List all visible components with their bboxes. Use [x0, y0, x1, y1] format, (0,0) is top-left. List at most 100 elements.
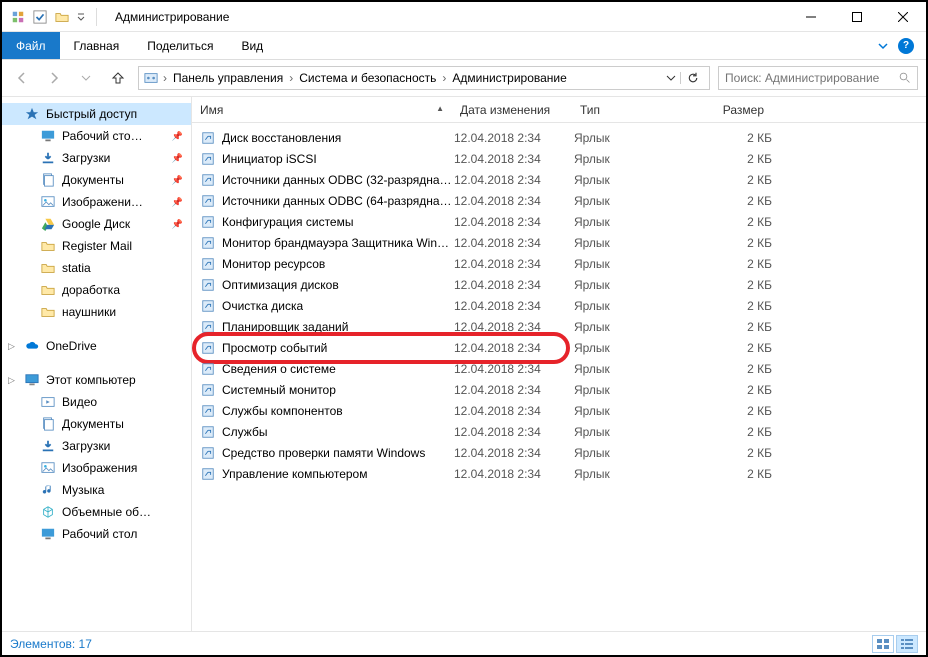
- folder-icon: [40, 260, 56, 276]
- tab-home[interactable]: Главная: [60, 32, 134, 59]
- file-row[interactable]: Конфигурация системы12.04.2018 2:34Ярлык…: [192, 211, 926, 232]
- col-size[interactable]: Размер: [682, 103, 772, 117]
- help-icon[interactable]: ?: [898, 38, 914, 54]
- file-date: 12.04.2018 2:34: [454, 236, 574, 250]
- nav-quick-item[interactable]: Google Диск📌: [2, 213, 191, 235]
- music-icon: [40, 482, 56, 498]
- address-bar[interactable]: › Панель управления › Система и безопасн…: [138, 66, 710, 90]
- file-tab[interactable]: Файл: [2, 32, 60, 59]
- search-input[interactable]: [725, 71, 899, 85]
- forward-button[interactable]: [42, 66, 66, 90]
- nav-pc-item[interactable]: Музыка: [2, 479, 191, 501]
- nav-this-pc[interactable]: ▷ Этот компьютер: [2, 369, 191, 391]
- file-row[interactable]: Просмотр событий12.04.2018 2:34Ярлык2 КБ: [192, 337, 926, 358]
- file-size: 2 КБ: [684, 278, 772, 292]
- nav-quick-access[interactable]: Быстрый доступ: [2, 103, 191, 125]
- breadcrumb[interactable]: Администрирование: [448, 71, 570, 85]
- breadcrumb[interactable]: Система и безопасность: [295, 71, 440, 85]
- nav-quick-item[interactable]: Изображени…📌: [2, 191, 191, 213]
- up-button[interactable]: [106, 66, 130, 90]
- shortcut-icon: [200, 319, 216, 335]
- file-row[interactable]: Источники данных ODBC (32-разрядна…12.04…: [192, 169, 926, 190]
- file-row[interactable]: Монитор ресурсов12.04.2018 2:34Ярлык2 КБ: [192, 253, 926, 274]
- nav-onedrive[interactable]: ▷ OneDrive: [2, 335, 191, 357]
- tab-share[interactable]: Поделиться: [133, 32, 227, 59]
- file-date: 12.04.2018 2:34: [454, 152, 574, 166]
- chevron-icon[interactable]: ›: [161, 71, 169, 85]
- chevron-icon[interactable]: ›: [440, 71, 448, 85]
- file-size: 2 КБ: [684, 341, 772, 355]
- nav-label: statia: [62, 261, 91, 275]
- nav-quick-item[interactable]: statia: [2, 257, 191, 279]
- file-row[interactable]: Сведения о системе12.04.2018 2:34Ярлык2 …: [192, 358, 926, 379]
- expand-icon[interactable]: ▷: [8, 375, 15, 386]
- refresh-button[interactable]: [680, 72, 705, 84]
- file-row[interactable]: Монитор брандмауэра Защитника Win…12.04.…: [192, 232, 926, 253]
- file-row[interactable]: Очистка диска12.04.2018 2:34Ярлык2 КБ: [192, 295, 926, 316]
- recent-dropdown[interactable]: [74, 66, 98, 90]
- search-icon[interactable]: [899, 72, 911, 84]
- file-row[interactable]: Источники данных ODBC (64-разрядна…12.04…: [192, 190, 926, 211]
- file-row[interactable]: Планировщик заданий12.04.2018 2:34Ярлык2…: [192, 316, 926, 337]
- shortcut-icon: [200, 256, 216, 272]
- file-name: Управление компьютером: [222, 467, 367, 481]
- back-button[interactable]: [10, 66, 34, 90]
- qat-dropdown-icon[interactable]: [76, 9, 86, 25]
- control-panel-icon: [143, 70, 159, 86]
- file-list[interactable]: Диск восстановления12.04.2018 2:34Ярлык2…: [192, 123, 926, 631]
- nav-pc-item[interactable]: Документы: [2, 413, 191, 435]
- col-type[interactable]: Тип: [572, 103, 682, 117]
- view-details-button[interactable]: [896, 635, 918, 653]
- navigation-pane[interactable]: Быстрый доступ Рабочий сто…📌Загрузки📌Док…: [2, 97, 192, 631]
- pin-icon: 📌: [172, 175, 183, 186]
- file-row[interactable]: Средство проверки памяти Windows12.04.20…: [192, 442, 926, 463]
- file-row[interactable]: Оптимизация дисков12.04.2018 2:34Ярлык2 …: [192, 274, 926, 295]
- file-type: Ярлык: [574, 194, 684, 208]
- nav-label: Этот компьютер: [46, 373, 136, 387]
- nav-quick-item[interactable]: наушники: [2, 301, 191, 323]
- nav-pc-item[interactable]: Объемные об…: [2, 501, 191, 523]
- qat-checkbox-icon[interactable]: [32, 9, 48, 25]
- file-row[interactable]: Службы12.04.2018 2:34Ярлык2 КБ: [192, 421, 926, 442]
- file-row[interactable]: Службы компонентов12.04.2018 2:34Ярлык2 …: [192, 400, 926, 421]
- col-date[interactable]: Дата изменения: [452, 103, 572, 117]
- nav-pc-item[interactable]: Рабочий стол: [2, 523, 191, 545]
- chevron-icon[interactable]: ›: [287, 71, 295, 85]
- file-type: Ярлык: [574, 257, 684, 271]
- nav-pc-item[interactable]: Загрузки: [2, 435, 191, 457]
- file-date: 12.04.2018 2:34: [454, 278, 574, 292]
- qat-properties-icon[interactable]: [10, 9, 26, 25]
- file-type: Ярлык: [574, 131, 684, 145]
- nav-quick-item[interactable]: Загрузки📌: [2, 147, 191, 169]
- file-size: 2 КБ: [684, 152, 772, 166]
- address-dropdown-icon[interactable]: [662, 73, 680, 83]
- breadcrumb[interactable]: Панель управления: [169, 71, 287, 85]
- pictures-icon: [40, 194, 56, 210]
- file-date: 12.04.2018 2:34: [454, 341, 574, 355]
- nav-pc-item[interactable]: Изображения: [2, 457, 191, 479]
- close-button[interactable]: [880, 2, 926, 32]
- minimize-button[interactable]: [788, 2, 834, 32]
- search-box[interactable]: [718, 66, 918, 90]
- expand-icon[interactable]: ▷: [8, 341, 15, 352]
- nav-quick-item[interactable]: доработка: [2, 279, 191, 301]
- col-name[interactable]: Имя▲: [192, 103, 452, 117]
- separator: [96, 8, 97, 26]
- nav-pc-item[interactable]: Видео: [2, 391, 191, 413]
- nav-quick-item[interactable]: Документы📌: [2, 169, 191, 191]
- view-large-button[interactable]: [872, 635, 894, 653]
- ribbon-expand-icon[interactable]: [878, 41, 888, 51]
- file-row[interactable]: Инициатор iSCSI12.04.2018 2:34Ярлык2 КБ: [192, 148, 926, 169]
- qat-folder-icon[interactable]: [54, 9, 70, 25]
- file-row[interactable]: Диск восстановления12.04.2018 2:34Ярлык2…: [192, 127, 926, 148]
- nav-quick-item[interactable]: Register Mail: [2, 235, 191, 257]
- nav-quick-item[interactable]: Рабочий сто…📌: [2, 125, 191, 147]
- desktop-icon: [40, 128, 56, 144]
- maximize-button[interactable]: [834, 2, 880, 32]
- file-date: 12.04.2018 2:34: [454, 404, 574, 418]
- file-row[interactable]: Управление компьютером12.04.2018 2:34Ярл…: [192, 463, 926, 484]
- file-row[interactable]: Системный монитор12.04.2018 2:34Ярлык2 К…: [192, 379, 926, 400]
- file-type: Ярлык: [574, 173, 684, 187]
- tab-view[interactable]: Вид: [227, 32, 277, 59]
- file-date: 12.04.2018 2:34: [454, 194, 574, 208]
